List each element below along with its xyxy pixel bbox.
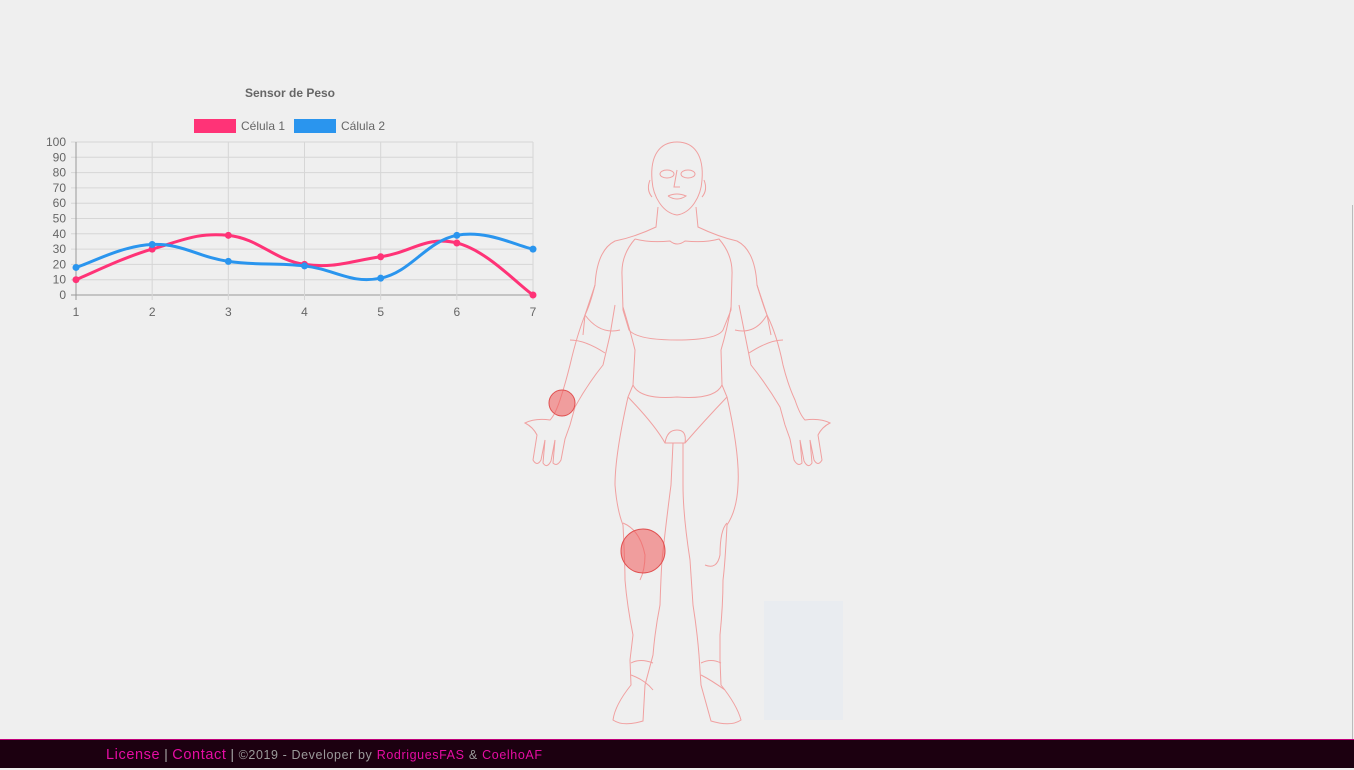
- x-tick-label: 2: [149, 305, 156, 319]
- scrollbar-divider: [1352, 205, 1353, 755]
- y-tick-label: 60: [53, 196, 67, 210]
- x-tick-label: 5: [377, 305, 384, 319]
- author-link-rodriguesfas[interactable]: RodriguesFAS: [377, 748, 465, 762]
- ampersand: &: [468, 748, 478, 762]
- separator: |: [164, 747, 169, 762]
- footer: License | Contact | ©2019 - Developer by Rod…: [0, 739, 1354, 768]
- y-tick-label: 0: [59, 288, 66, 302]
- data-point: [72, 263, 80, 271]
- legend-label: Célula 1: [241, 119, 285, 133]
- data-point: [377, 274, 385, 282]
- y-tick-label: 20: [53, 257, 67, 271]
- weight-sensor-chart: Sensor de Peso Célula 1 Cálula 2 01020304…: [46, 86, 537, 319]
- contact-link[interactable]: Contact: [172, 747, 226, 763]
- x-tick-label: 1: [73, 305, 80, 319]
- x-tick-label: 4: [301, 305, 308, 319]
- x-tick-label: 3: [225, 305, 232, 319]
- data-point: [224, 231, 232, 239]
- pressure-point-right-knee: [620, 528, 666, 574]
- legend-label: Cálula 2: [341, 119, 385, 133]
- y-tick-label: 30: [53, 242, 67, 256]
- copyright-text: ©2019 - Developer by: [238, 748, 373, 762]
- legend-swatch: [194, 119, 236, 133]
- data-point: [453, 239, 461, 247]
- y-tick-label: 70: [53, 181, 67, 195]
- data-point: [148, 241, 156, 249]
- data-point: [453, 231, 461, 239]
- data-point: [224, 257, 232, 265]
- empty-panel: [764, 601, 843, 720]
- y-tick-label: 40: [53, 227, 67, 241]
- y-tick-label: 90: [53, 150, 67, 164]
- y-tick-label: 100: [46, 135, 66, 149]
- y-tick-label: 10: [53, 273, 67, 287]
- data-point: [72, 276, 80, 284]
- x-tick-label: 6: [453, 305, 460, 319]
- legend-swatch: [294, 119, 336, 133]
- author-link-coelhoaf[interactable]: CoelhoAF: [482, 748, 542, 762]
- y-tick-label: 80: [53, 166, 67, 180]
- separator: |: [230, 747, 235, 762]
- license-link[interactable]: License: [106, 747, 160, 763]
- chart-title: Sensor de Peso: [245, 86, 335, 100]
- head-outline: [651, 141, 703, 216]
- data-point: [377, 253, 385, 261]
- pressure-point-left-wrist: [548, 389, 576, 417]
- y-tick-label: 50: [53, 212, 67, 226]
- data-point: [301, 262, 308, 270]
